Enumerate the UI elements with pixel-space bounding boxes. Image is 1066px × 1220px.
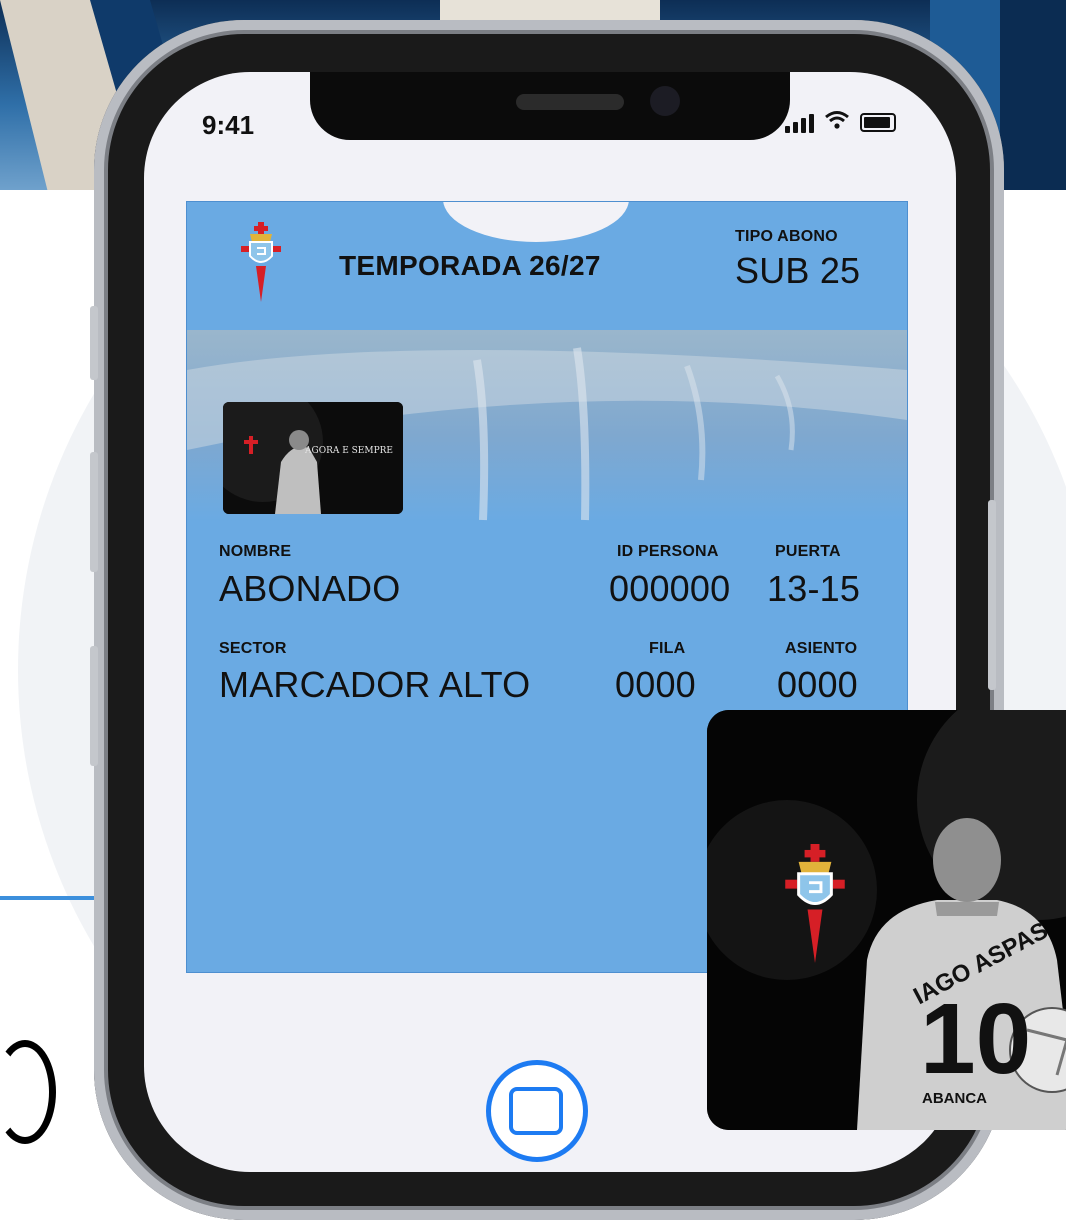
jersey-sponsor: ABANCA [922, 1090, 987, 1107]
wallet-icon [509, 1087, 563, 1135]
tipo-abono-label: TIPO ABONO [735, 228, 838, 245]
asiento-value: 0000 [777, 664, 858, 705]
pass-notch [443, 202, 629, 242]
fila-value: 0000 [615, 664, 696, 705]
player-photo [223, 402, 403, 514]
celta-crest-icon [241, 222, 281, 302]
phone-side-button [90, 306, 98, 380]
battery-icon [860, 113, 896, 132]
wifi-icon [824, 110, 850, 135]
id-persona-label: ID PERSONA [617, 543, 719, 560]
front-camera [650, 86, 680, 116]
signal-icon [785, 113, 814, 133]
phone-volume-up-button [90, 452, 98, 572]
sector-label: SECTOR [219, 640, 287, 657]
fila-label: FILA [649, 640, 686, 657]
status-time: 9:41 [202, 110, 255, 140]
nombre-value: ABONADO [219, 568, 401, 609]
puerta-label: PUERTA [775, 543, 841, 560]
status-icons [785, 110, 896, 135]
phone-volume-down-button [90, 646, 98, 766]
player-promo-card: IAGO ASPAS 10 ABANCA [707, 710, 1066, 1130]
sector-value: MARCADOR ALTO [219, 664, 531, 705]
nombre-label: NOMBRE [219, 543, 292, 560]
celta-crest-icon [785, 844, 845, 964]
id-persona-value: 000000 [609, 568, 731, 609]
stadium-panel [440, 0, 660, 22]
asiento-label: ASIENTO [785, 640, 858, 657]
jersey-number: 10 [920, 983, 1032, 1095]
stadium-panel [1000, 0, 1066, 190]
season-title: TEMPORADA 26/27 [339, 250, 601, 281]
wallet-button[interactable] [486, 1060, 588, 1162]
phone-notch [310, 72, 790, 140]
tipo-abono-value: SUB 25 [735, 250, 861, 291]
partial-glyph [0, 1040, 56, 1144]
speaker-grille [516, 94, 624, 110]
membership-card-thumbnail: AGORA E SEMPRE [223, 402, 403, 514]
card-slogan: AGORA E SEMPRE [305, 446, 393, 456]
puerta-value: 13-15 [767, 568, 861, 609]
phone-power-button [988, 500, 996, 690]
